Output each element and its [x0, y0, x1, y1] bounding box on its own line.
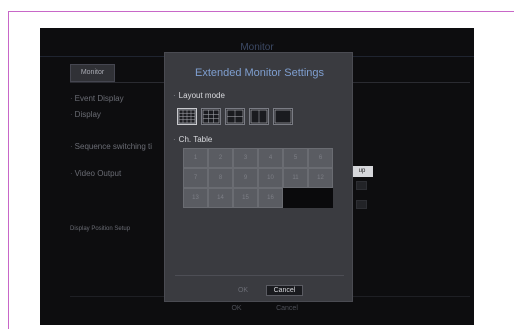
- bullet-icon: ·: [70, 169, 73, 178]
- dialog-divider: [175, 275, 344, 276]
- channel-cell[interactable]: 3: [233, 148, 258, 168]
- dialog-title: Extended Monitor Settings: [194, 67, 325, 79]
- bullet-icon: ·: [173, 91, 176, 100]
- channel-cell[interactable]: 16: [258, 188, 283, 208]
- channel-cell[interactable]: 6: [308, 148, 333, 168]
- channel-cell[interactable]: 13: [183, 188, 208, 208]
- extended-monitor-settings-dialog: Extended Monitor Settings ·Layout mode: [164, 52, 353, 302]
- empty-channel-area: [283, 188, 333, 208]
- grid-16-icon: [178, 109, 196, 124]
- cancel-button[interactable]: Cancel: [266, 285, 303, 296]
- channel-cell[interactable]: 8: [208, 168, 233, 188]
- bullet-icon: ·: [173, 135, 176, 144]
- display-label: · Display: [70, 110, 101, 119]
- bullet-icon: ·: [70, 142, 73, 151]
- grid-9-icon: [202, 109, 220, 124]
- channel-cell[interactable]: 5: [283, 148, 308, 168]
- channel-cell[interactable]: 1: [183, 148, 208, 168]
- bullet-icon: ·: [70, 110, 73, 119]
- dvr-screen: Monitor Monitor · Event Display · Display …: [40, 28, 474, 325]
- channel-cell[interactable]: 14: [208, 188, 233, 208]
- setup-button[interactable]: up: [351, 166, 373, 177]
- layout-4-split-button[interactable]: [225, 108, 245, 125]
- background-control[interactable]: [356, 181, 367, 190]
- channel-cell[interactable]: 2: [208, 148, 233, 168]
- channel-cell[interactable]: 11: [283, 168, 308, 188]
- frame-top-line: [8, 11, 514, 12]
- background-control[interactable]: [356, 200, 367, 209]
- grid-2-icon: [250, 109, 268, 124]
- channel-cell[interactable]: 12: [308, 168, 333, 188]
- bullet-icon: ·: [70, 94, 73, 103]
- frame-left-line: [8, 11, 9, 329]
- event-display-label: · Event Display: [70, 94, 124, 103]
- sequence-switching-label: · Sequence switching ti: [70, 142, 153, 151]
- grid-1-icon: [274, 109, 292, 124]
- channel-cell[interactable]: 4: [258, 148, 283, 168]
- video-output-label: · Video Output: [70, 169, 122, 178]
- channel-cell[interactable]: 9: [233, 168, 258, 188]
- grid-4-icon: [226, 109, 244, 124]
- channel-cell[interactable]: 10: [258, 168, 283, 188]
- ok-button[interactable]: OK: [225, 285, 261, 296]
- background-cancel-button[interactable]: Cancel: [266, 303, 308, 315]
- layout-2-split-button[interactable]: [249, 108, 269, 125]
- layout-mode-label: · Layout mode: [173, 91, 225, 100]
- display-position-setup-label: Display Position Setup: [70, 226, 131, 232]
- layout-9-split-button[interactable]: [201, 108, 221, 125]
- ch-table-label: · Ch. Table: [173, 135, 213, 144]
- channel-cell[interactable]: 7: [183, 168, 208, 188]
- layout-single-button[interactable]: [273, 108, 293, 125]
- channel-table: 1 2 3 4 5 6 7 8 9 10 11 12 13 14 15 16: [183, 148, 333, 208]
- tab-monitor[interactable]: Monitor: [70, 64, 115, 82]
- channel-cell[interactable]: 15: [233, 188, 258, 208]
- background-ok-button[interactable]: OK: [220, 303, 253, 315]
- layout-16-split-button[interactable]: [177, 108, 197, 125]
